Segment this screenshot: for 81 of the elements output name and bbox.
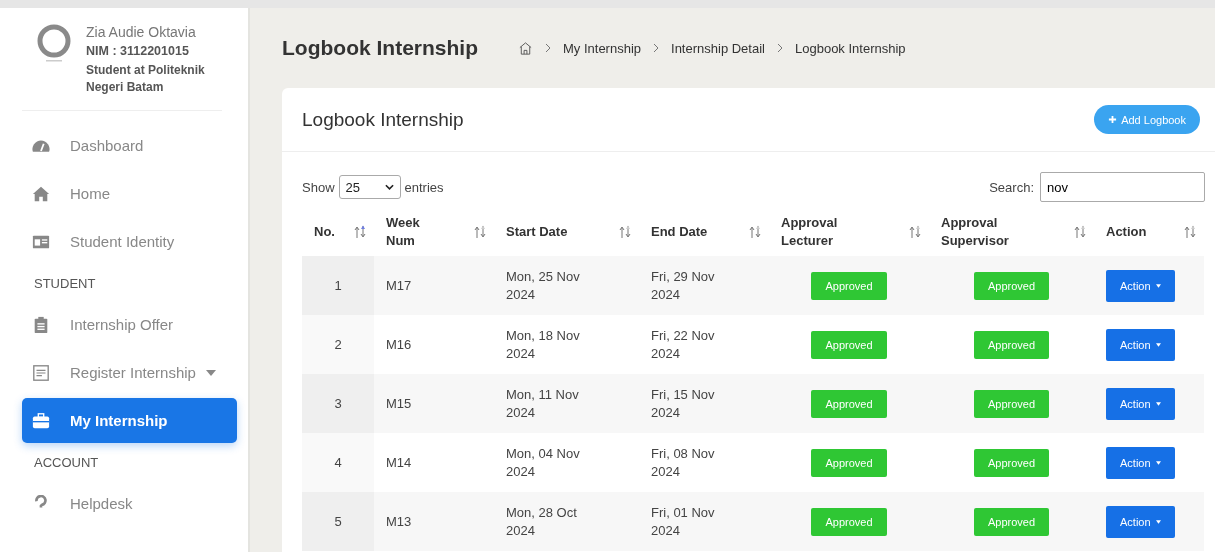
table-cell: Mon, 25 Nov 2024	[494, 256, 639, 315]
add-logbook-button[interactable]: Add Logbook	[1094, 105, 1200, 134]
sidebar-item[interactable]: My Internship	[22, 398, 237, 443]
column-header[interactable]: Start Date	[494, 208, 639, 256]
breadcrumb-link[interactable]: Internship Detail	[671, 40, 765, 56]
affiliation: Student at Politeknik Negeri Batam	[86, 62, 206, 96]
action-button[interactable]: Action	[1106, 505, 1175, 538]
approved-badge: Approved	[811, 271, 887, 300]
column-header[interactable]: No.	[302, 208, 374, 256]
chevron-icon	[545, 43, 551, 53]
briefcase-icon	[32, 411, 50, 430]
column-header[interactable]: Approval Lecturer	[769, 208, 929, 256]
sidebar-item[interactable]: Home	[22, 171, 237, 216]
breadcrumb-current: Logbook Internship	[795, 40, 906, 56]
approved-badge: Approved	[973, 507, 1050, 536]
table-cell: Mon, 28 Oct 2024	[494, 492, 639, 551]
sidebar-item[interactable]: Dashboard	[22, 123, 237, 168]
table-cell: Mon, 11 Nov 2024	[494, 374, 639, 433]
action-button[interactable]: Action	[1106, 269, 1175, 302]
table-cell: Fri, 15 Nov 2024	[639, 374, 769, 433]
caret-icon	[1155, 283, 1161, 288]
caret-icon	[1155, 342, 1161, 347]
action-button[interactable]: Action	[1106, 328, 1175, 361]
approved-badge: Approved	[811, 389, 887, 418]
plus-icon	[1108, 115, 1118, 124]
caret-icon	[1155, 460, 1161, 465]
action-button[interactable]: Action	[1106, 387, 1175, 420]
table-cell: Mon, 18 Nov 2024	[494, 315, 639, 374]
table-cell: Mon, 04 Nov 2024	[494, 433, 639, 492]
table-cell: 5	[302, 492, 374, 551]
clipboard-icon	[32, 315, 50, 334]
table-cell: M17	[374, 256, 494, 315]
caret-icon	[1155, 519, 1161, 524]
table-cell: Fri, 29 Nov 2024	[639, 256, 769, 315]
column-header[interactable]: Week Num	[374, 208, 494, 256]
caret-icon	[1155, 401, 1161, 406]
table-cell: M16	[374, 315, 494, 374]
chevron-icon	[653, 43, 660, 53]
approved-badge: Approved	[973, 448, 1050, 477]
search-label: Search:	[989, 179, 1034, 195]
approved-badge: Approved	[811, 448, 887, 477]
section-heading: ACCOUNT	[33, 453, 100, 472]
caret-icon	[205, 369, 216, 376]
breadcrumb-link[interactable]: My Internship	[563, 40, 642, 56]
table-cell: M15	[374, 374, 494, 433]
chevron-icon	[777, 43, 783, 53]
entries-select[interactable]: 25	[338, 175, 401, 199]
approved-badge: Approved	[811, 507, 887, 536]
student-id: NIM : 3112201015	[86, 44, 190, 58]
form-icon	[32, 363, 50, 382]
table-cell: M14	[374, 433, 494, 492]
table-cell: Fri, 08 Nov 2024	[639, 433, 769, 492]
table-cell: 3	[302, 374, 374, 433]
column-header[interactable]: End Date	[639, 208, 769, 256]
section-heading: STUDENT	[33, 274, 97, 293]
approved-badge: Approved	[973, 389, 1050, 418]
approved-badge: Approved	[973, 330, 1050, 359]
card-title: Logbook Internship	[302, 108, 464, 131]
user-name: Zia Audie Oktavia	[86, 24, 197, 40]
home-icon[interactable]	[518, 40, 533, 56]
home-icon	[32, 184, 50, 203]
sidebar-item[interactable]: Helpdesk	[22, 481, 237, 526]
sidebar-item[interactable]: Student Identity	[22, 219, 237, 264]
chevron-down-icon	[384, 184, 394, 190]
table-cell: M13	[374, 492, 494, 551]
column-header[interactable]: Approval Supervisor	[929, 208, 1094, 256]
table-cell: Fri, 22 Nov 2024	[639, 315, 769, 374]
table-cell: 4	[302, 433, 374, 492]
table-cell: 2	[302, 315, 374, 374]
table-cell: Fri, 01 Nov 2024	[639, 492, 769, 551]
sidebar-item[interactable]: Internship Offer	[22, 302, 237, 347]
show-label: Show	[302, 179, 335, 195]
search-field[interactable]: nov	[1040, 172, 1205, 202]
approved-badge: Approved	[811, 330, 887, 359]
approved-badge: Approved	[973, 271, 1050, 300]
page-title: Logbook Internship	[282, 36, 478, 60]
sidebar-item[interactable]: Register Internship	[22, 350, 237, 395]
entries-label: entries	[404, 179, 444, 195]
action-button[interactable]: Action	[1106, 446, 1175, 479]
table-cell: 1	[302, 256, 374, 315]
column-header[interactable]: Action	[1094, 208, 1204, 256]
